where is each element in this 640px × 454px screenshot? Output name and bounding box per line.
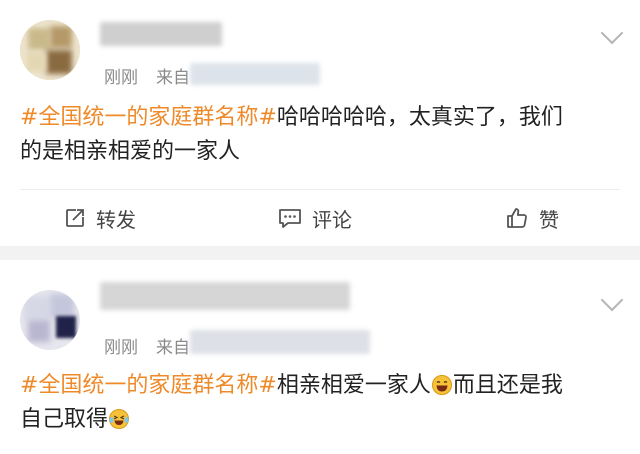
chevron-down-icon[interactable] <box>600 21 624 45</box>
post-text: 哈哈哈哈哈，太真实了，我们 <box>276 105 563 130</box>
like-icon <box>507 208 527 228</box>
post-time: 刚刚 <box>104 338 138 358</box>
post-content: #全国统一的家庭群名称#哈哈哈哈哈，太真实了，我们 的是相亲相爱的一家人 <box>20 101 620 169</box>
comment-button[interactable]: 评论 <box>278 203 352 233</box>
hashtag-link[interactable]: #全国统一的家庭群名称# <box>20 373 277 398</box>
repost-button[interactable]: 转发 <box>64 203 136 233</box>
post-source-label: 来自 <box>156 338 190 358</box>
repost-icon <box>66 209 84 227</box>
username-blurred[interactable] <box>100 282 350 310</box>
post-source-label: 来自 <box>156 68 190 88</box>
source-blurred[interactable] <box>190 330 370 354</box>
post-text: 而且还是我 <box>452 373 563 398</box>
username-blurred[interactable] <box>100 22 222 46</box>
laughing-tears-emoji <box>109 409 130 429</box>
post-time: 刚刚 <box>104 68 138 88</box>
avatar[interactable] <box>20 290 80 350</box>
post-text: 的是相亲相爱的一家人 <box>20 139 241 164</box>
avatar[interactable] <box>20 20 80 80</box>
post-text: 自己取得 <box>20 407 109 432</box>
post-card-1: 刚刚 来自 #全国统一的家庭群名称#哈哈哈哈哈，太真实了，我们 的是相亲相爱的一… <box>0 0 640 246</box>
source-blurred[interactable] <box>190 63 320 85</box>
post-content: #全国统一的家庭群名称#相亲相爱一家人 而且还是我 自己取得 <box>20 369 620 437</box>
post-text: 相亲相爱一家人 <box>276 373 431 398</box>
comment-label: 评论 <box>312 207 352 232</box>
laughing-emoji <box>431 375 452 395</box>
like-button[interactable]: 赞 <box>505 203 559 233</box>
like-label: 赞 <box>539 207 559 232</box>
hashtag-link[interactable]: #全国统一的家庭群名称# <box>20 105 277 130</box>
divider <box>20 189 620 190</box>
comment-icon <box>279 209 301 228</box>
repost-label: 转发 <box>96 207 136 232</box>
